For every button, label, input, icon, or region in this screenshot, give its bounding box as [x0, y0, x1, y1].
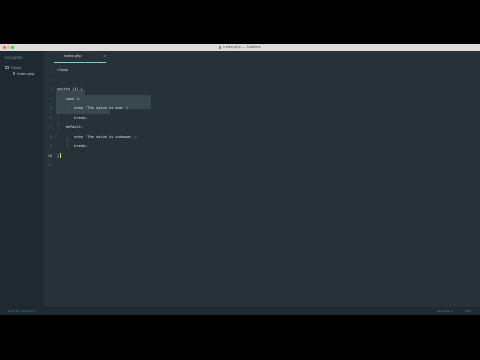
tab-bar: index.php ×: [44, 51, 480, 63]
tab-index-php[interactable]: index.php ×: [54, 51, 106, 63]
close-tab-icon[interactable]: ×: [103, 54, 106, 58]
line-number: 5: [49, 106, 52, 110]
sidebar: FOLDERS Folder index.php: [0, 51, 44, 307]
line-number: 7: [49, 125, 52, 129]
line-number: 6: [49, 115, 52, 120]
sidebar-folder-label: Folder: [11, 65, 22, 70]
code-line: default:: [57, 125, 83, 129]
code-line: break;: [57, 144, 88, 148]
line-number: 9: [49, 144, 52, 148]
code-line: case 1:: [57, 96, 81, 101]
sidebar-header: FOLDERS: [5, 56, 23, 60]
syntax-selector[interactable]: PHP: [465, 308, 471, 314]
code-line: break;: [57, 115, 88, 120]
code-editor[interactable]: 1 2 3 4 5 6 7 8 9 10 11 <?php switch (1)…: [44, 63, 480, 307]
code-line: switch (1) {: [57, 87, 83, 91]
window-title-text: index.php — Sublime: [223, 45, 261, 49]
window-title: index.php — Sublime: [0, 44, 480, 51]
line-number: 2: [49, 77, 52, 82]
editor-window: index.php — Sublime FOLDERS Folder index…: [0, 44, 480, 315]
code-line: echo 'The value is one.';: [57, 106, 129, 110]
file-icon: [219, 45, 222, 49]
cursor-position: Line 10, Column 2: [8, 309, 36, 313]
sidebar-file-label: index.php: [17, 71, 35, 76]
line-number-current: 10: [47, 153, 52, 158]
text-cursor: [59, 153, 61, 158]
code-line: <?php: [57, 68, 68, 72]
line-number: 11: [47, 163, 52, 167]
tab-label: index.php: [64, 54, 82, 58]
sidebar-file-index[interactable]: index.php: [2, 71, 44, 76]
line-number: 1: [49, 68, 52, 72]
tab-size-selector[interactable]: Tab Size: 4: [437, 308, 453, 314]
file-icon: [13, 72, 15, 75]
code-line: echo 'The value is unknown.';: [57, 134, 138, 139]
line-number: 4: [49, 96, 52, 101]
status-bar: Line 10, Column 2 Tab Size: 4 PHP: [0, 307, 480, 315]
folder-icon: [5, 66, 9, 69]
line-number: 8: [49, 134, 52, 139]
sidebar-folder[interactable]: Folder: [5, 65, 22, 70]
title-bar: index.php — Sublime: [0, 44, 480, 51]
line-number: 3: [49, 87, 52, 91]
